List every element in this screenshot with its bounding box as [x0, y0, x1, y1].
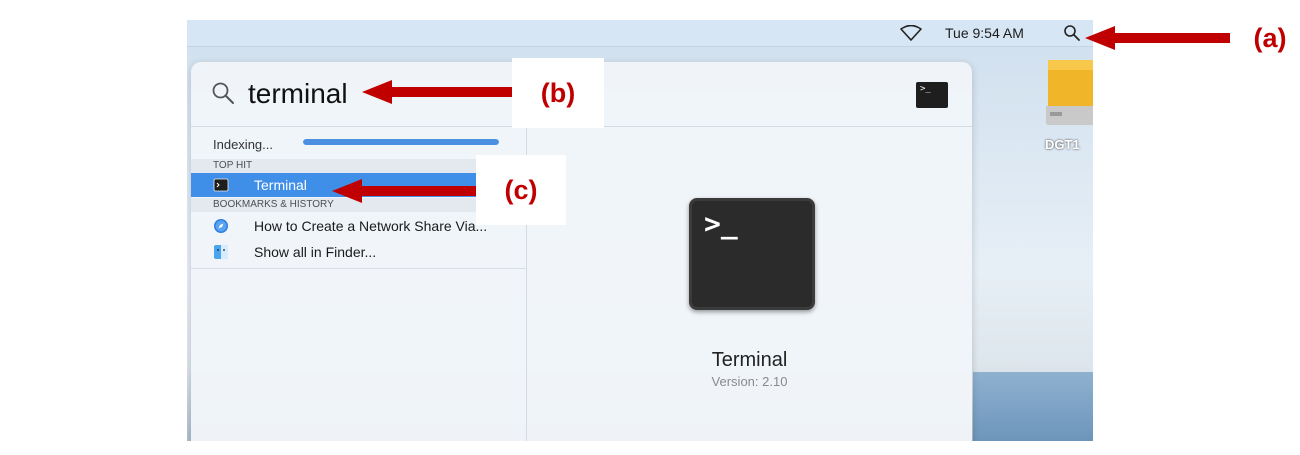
- result-label: How to Create a Network Share Via...: [254, 218, 488, 234]
- prompt-glyph: >_: [920, 84, 931, 94]
- drive-label[interactable]: DGT1: [1045, 137, 1080, 152]
- annotation-label-c: (c): [476, 155, 566, 225]
- preview-app-version: Version: 2.10: [711, 374, 788, 389]
- terminal-icon: [213, 178, 229, 192]
- indexing-label: Indexing...: [213, 137, 273, 152]
- divider: [191, 268, 526, 269]
- desktop-screen: Tue 9:54 AM DGT1 >_ Indexing... TOP HIT: [187, 20, 1093, 441]
- preview-pane: >_ Terminal Version: 2.10: [527, 127, 972, 441]
- indexing-progress-fill: [303, 139, 499, 145]
- annotation-arrow-c: [332, 179, 480, 203]
- preview-app-name: Terminal: [711, 349, 788, 371]
- safari-icon: [214, 219, 228, 233]
- menu-bar-clock[interactable]: Tue 9:54 AM: [945, 25, 1024, 41]
- wifi-icon[interactable]: [900, 25, 922, 41]
- indexing-progress-bar: [303, 139, 499, 145]
- annotation-arrow-a: [1085, 26, 1230, 50]
- result-item-show-in-finder[interactable]: Show all in Finder...: [191, 240, 526, 264]
- result-label: Terminal: [254, 177, 307, 193]
- terminal-icon: >_: [916, 82, 948, 108]
- terminal-app-icon: >_: [689, 198, 815, 310]
- annotation-label-a: (a): [1244, 16, 1296, 60]
- desktop-wallpaper-sea: [973, 372, 1093, 441]
- external-drive-icon[interactable]: [1042, 56, 1093, 126]
- menu-bar: Tue 9:54 AM: [187, 20, 1093, 47]
- result-label: Show all in Finder...: [254, 244, 377, 260]
- prompt-glyph: >_: [704, 207, 738, 240]
- annotation-arrow-b: [362, 80, 512, 104]
- search-icon: [212, 82, 234, 104]
- finder-icon: [214, 245, 228, 259]
- annotation-label-b: (b): [512, 58, 604, 128]
- spotlight-search-icon[interactable]: [1063, 24, 1081, 42]
